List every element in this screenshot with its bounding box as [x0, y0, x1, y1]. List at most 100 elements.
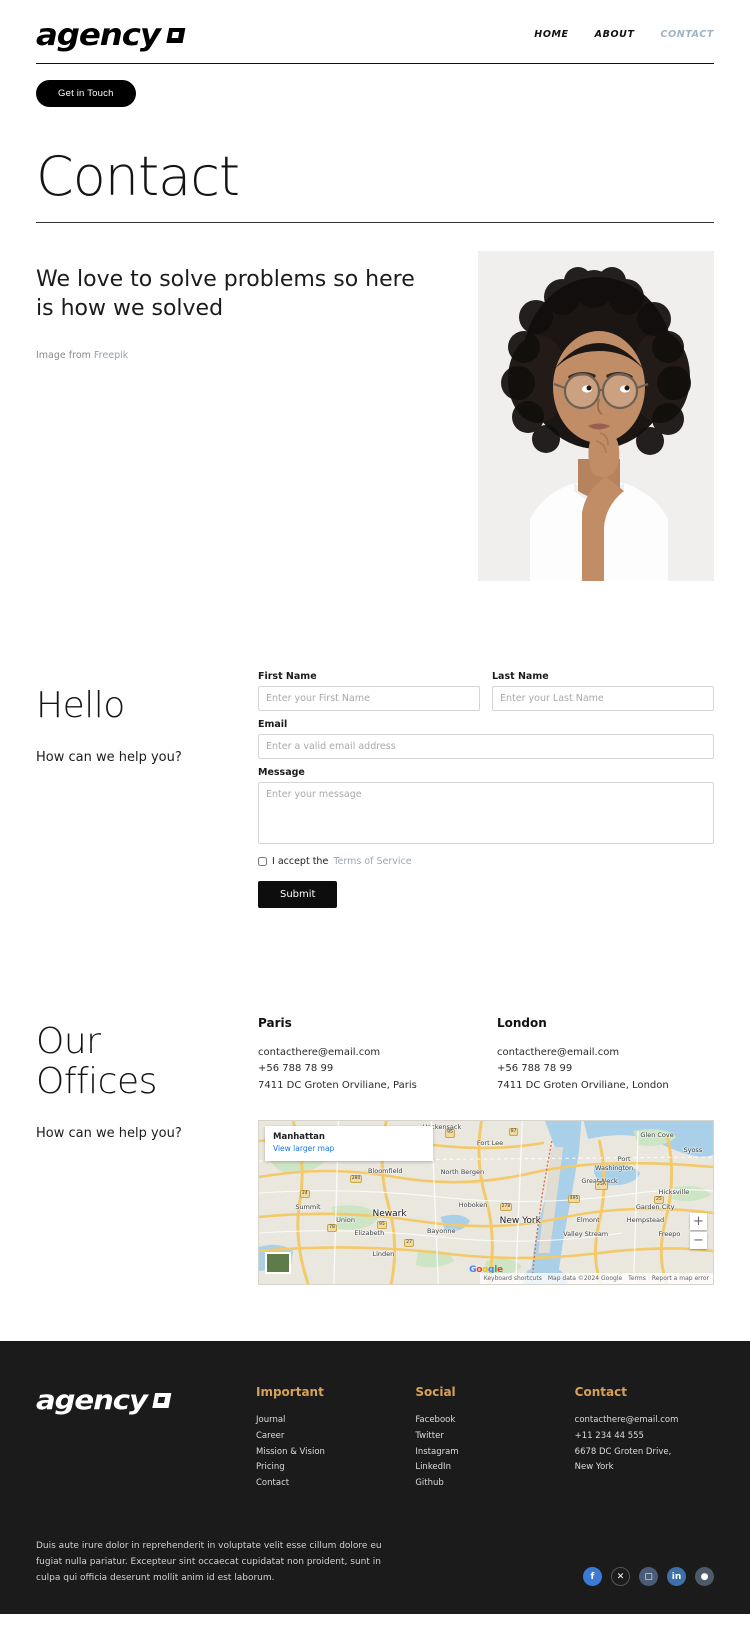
- footer-link-instagram[interactable]: Instagram: [415, 1445, 554, 1461]
- map-label: Linden: [372, 1249, 395, 1258]
- map-zoom-out-button[interactable]: −: [690, 1232, 707, 1250]
- office-email[interactable]: contacthere@email.com: [258, 1045, 475, 1062]
- image-credit-prefix: Image from: [36, 350, 94, 362]
- get-in-touch-button[interactable]: Get in Touch: [36, 80, 136, 107]
- map-label: Bloomfield: [367, 1166, 403, 1175]
- nav-item-home[interactable]: HOME: [534, 29, 568, 40]
- offices-heading-line2: Offices: [36, 1061, 157, 1102]
- map-terms-link[interactable]: Terms: [628, 1275, 646, 1282]
- instagram-icon[interactable]: ▢: [639, 1567, 658, 1587]
- first-name-input[interactable]: [258, 685, 480, 711]
- footer-column-title: Important: [256, 1385, 324, 1400]
- highway-shield: 95: [377, 1220, 387, 1229]
- office-card-london: London contacthere@email.com +56 788 78 …: [497, 1016, 714, 1095]
- map-label: Hicksville: [658, 1188, 690, 1197]
- accept-terms-checkbox[interactable]: [258, 856, 267, 866]
- freepik-link[interactable]: Freepik: [94, 350, 128, 361]
- logo-text: agency: [36, 18, 161, 53]
- footer-link-twitter[interactable]: Twitter: [415, 1429, 554, 1445]
- message-textarea[interactable]: [258, 781, 714, 844]
- offices-intro-column: Our Offices How can we help you?: [36, 1016, 236, 1142]
- terms-of-service-link[interactable]: Terms of Service: [333, 856, 411, 867]
- office-phone[interactable]: +56 788 78 99: [497, 1061, 714, 1078]
- map-zoom-in-button[interactable]: +: [690, 1213, 707, 1231]
- terms-row: I accept the Terms of Service: [258, 856, 714, 867]
- office-city: Paris: [258, 1015, 292, 1030]
- last-name-input[interactable]: [492, 685, 714, 711]
- x-twitter-icon[interactable]: ✕: [611, 1567, 630, 1587]
- footer-contact-phone[interactable]: +11 234 44 555: [575, 1429, 714, 1445]
- highway-shield: 25: [653, 1196, 664, 1205]
- map-label: Newark: [372, 1209, 407, 1220]
- logo-square-icon: [166, 28, 186, 43]
- map-label: Fort Lee: [476, 1139, 504, 1148]
- footer-link-linkedin[interactable]: LinkedIn: [415, 1460, 554, 1476]
- submit-button[interactable]: Submit: [258, 880, 338, 908]
- message-field: Message: [258, 767, 714, 848]
- office-email[interactable]: contacthere@email.com: [497, 1045, 714, 1062]
- map-keyboard-shortcuts[interactable]: Keyboard shortcuts: [484, 1275, 542, 1282]
- footer-contact-email[interactable]: contacthere@email.com: [575, 1413, 714, 1429]
- site-logo[interactable]: agency: [36, 18, 186, 53]
- page-title: Contact: [36, 145, 240, 208]
- nav-item-about[interactable]: ABOUT: [595, 29, 635, 40]
- highway-shield: 24: [299, 1189, 310, 1198]
- map-label: Washington: [594, 1163, 634, 1172]
- last-name-field: Last Name: [492, 671, 714, 711]
- footer-link-contact[interactable]: Contact: [256, 1476, 395, 1492]
- footer-link-mission-vision[interactable]: Mission & Vision: [256, 1445, 395, 1461]
- highway-shield: 78: [327, 1223, 337, 1233]
- first-name-field: First Name: [258, 671, 480, 711]
- footer-link-pricing[interactable]: Pricing: [256, 1460, 395, 1476]
- map-label: Valley Stream: [563, 1230, 609, 1239]
- footer-column-title: Contact: [574, 1385, 627, 1400]
- github-icon[interactable]: ●: [695, 1567, 714, 1587]
- map-location-title: Manhattan: [273, 1132, 325, 1143]
- site-footer: agency Important Journal Career Mission …: [0, 1341, 750, 1615]
- map-label: Union: [336, 1215, 355, 1224]
- nav-item-contact[interactable]: CONTACT: [661, 29, 714, 40]
- highway-shield: 25A: [594, 1181, 608, 1190]
- offices-subheading: How can we help you?: [36, 1126, 182, 1142]
- footer-column-social: Social Facebook Twitter Instagram Linked…: [415, 1385, 554, 1492]
- footer-logo[interactable]: agency: [36, 1385, 252, 1416]
- email-input[interactable]: [258, 733, 714, 759]
- offices-heading-line1: Our: [36, 1020, 101, 1062]
- view-larger-map-link[interactable]: View larger map: [273, 1144, 425, 1153]
- footer-link-facebook[interactable]: Facebook: [415, 1413, 554, 1429]
- footer-link-career[interactable]: Career: [256, 1429, 395, 1445]
- map-label: Glen Cove: [640, 1130, 674, 1139]
- site-header: agency HOME ABOUT CONTACT: [0, 0, 750, 53]
- map-label: North Bergen: [440, 1168, 485, 1177]
- map-report-error-link[interactable]: Report a map error: [652, 1275, 709, 1282]
- linkedin-icon[interactable]: in: [667, 1567, 686, 1587]
- email-label: Email: [258, 718, 288, 730]
- contact-page: agency HOME ABOUT CONTACT Get in Touch C…: [0, 0, 750, 1615]
- first-name-label: First Name: [258, 670, 317, 682]
- offices-content: Paris contacthere@email.com +56 788 78 9…: [258, 1016, 714, 1286]
- map-label: Elizabeth: [354, 1228, 385, 1237]
- main-nav: HOME ABOUT CONTACT: [534, 18, 714, 40]
- contact-form-section: Hello How can we help you? First Name La…: [36, 671, 714, 908]
- map-label: Hempstead: [626, 1215, 665, 1224]
- hero-section: We love to solve problems so here is how…: [36, 250, 714, 581]
- map-label: Elmont: [576, 1215, 600, 1224]
- office-card-paris: Paris contacthere@email.com +56 788 78 9…: [258, 1016, 475, 1095]
- footer-link-journal[interactable]: Journal: [256, 1413, 395, 1429]
- map-data-copyright: Map data ©2024 Google: [547, 1275, 623, 1283]
- office-city: London: [497, 1015, 547, 1030]
- map-label: New York: [499, 1215, 541, 1226]
- office-phone[interactable]: +56 788 78 99: [258, 1061, 475, 1078]
- footer-logo-text: agency: [36, 1385, 148, 1417]
- map-info-card[interactable]: Manhattan View larger map: [265, 1126, 433, 1162]
- office-address: 7411 DC Groten Orviliane, London: [497, 1079, 669, 1091]
- form-subheading: How can we help you?: [36, 749, 182, 765]
- facebook-icon[interactable]: f: [583, 1567, 602, 1587]
- google-map[interactable]: Manhattan View larger map Glen Cove Syos…: [258, 1120, 714, 1286]
- map-label: Hoboken: [458, 1201, 488, 1210]
- map-streetview-thumbnail[interactable]: [265, 1252, 291, 1275]
- form-heading: Hello: [36, 684, 125, 726]
- footer-link-github[interactable]: Github: [415, 1476, 554, 1492]
- footer-column-title: Social: [415, 1385, 456, 1400]
- last-name-label: Last Name: [492, 670, 549, 682]
